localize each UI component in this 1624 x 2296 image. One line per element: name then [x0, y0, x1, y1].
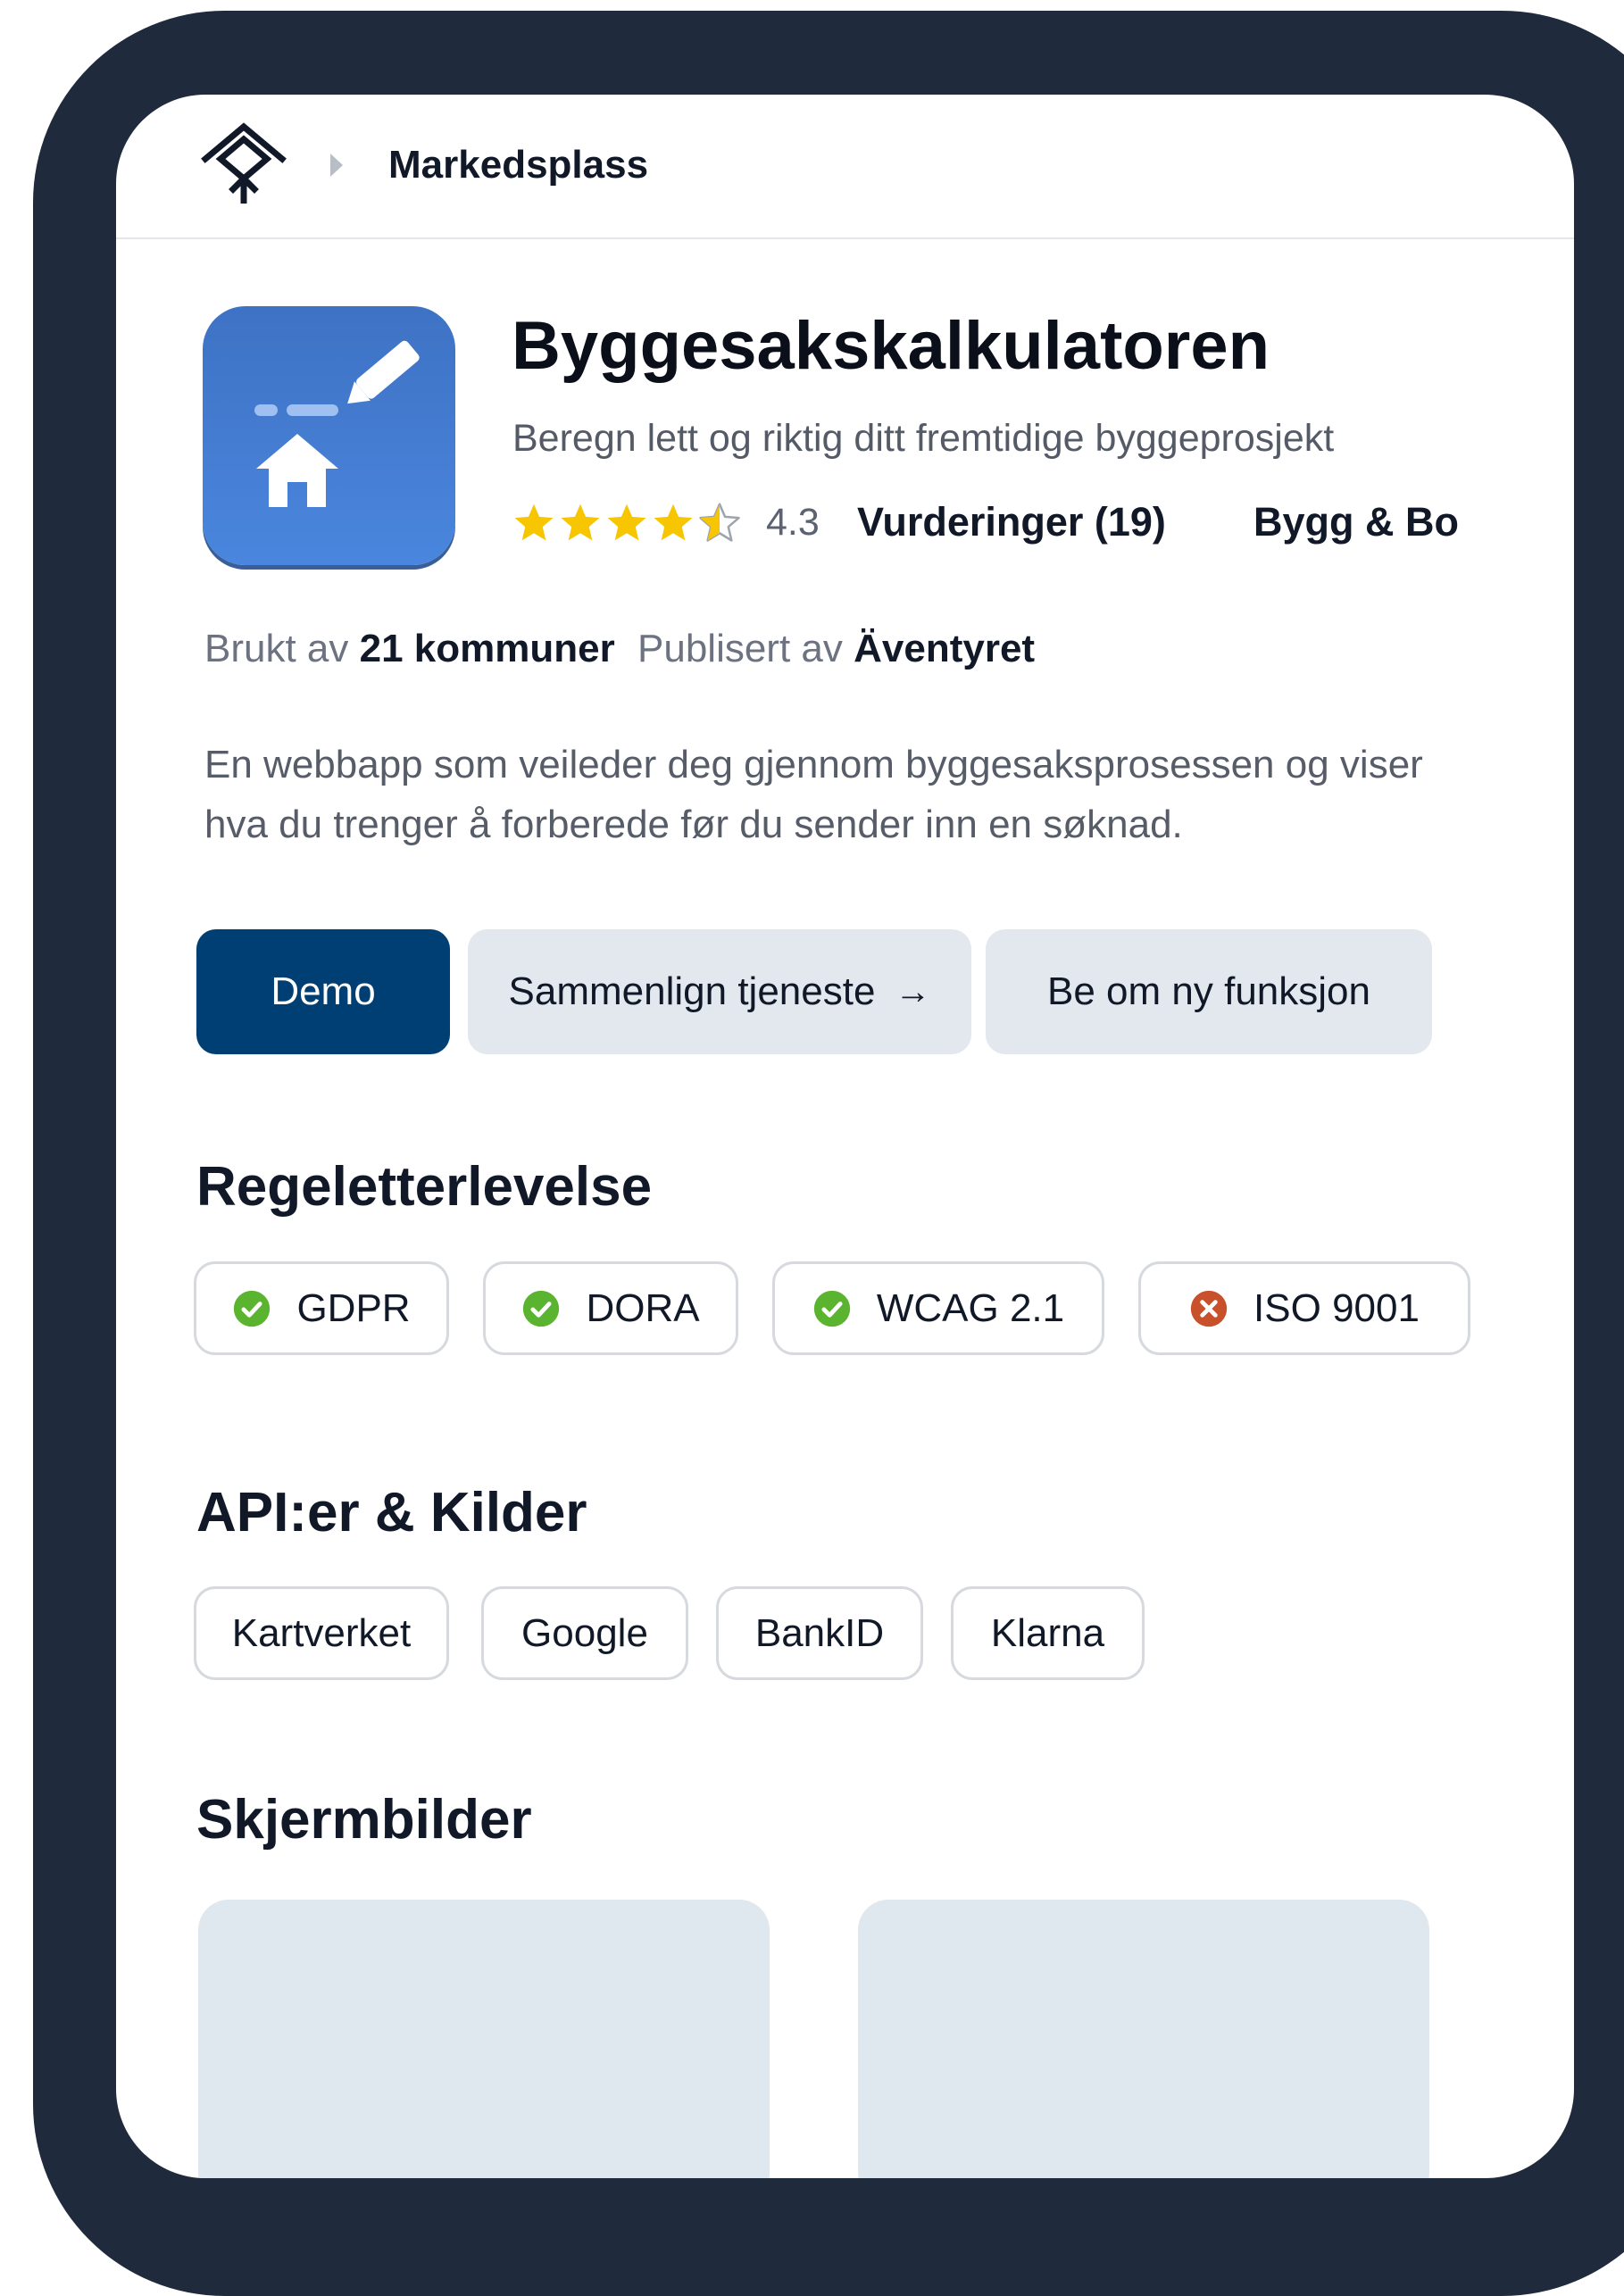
compliance-chip-label: WCAG 2.1 — [876, 1285, 1065, 1330]
demo-button-label: Demo — [271, 969, 376, 1013]
check-circle-icon — [234, 1290, 271, 1327]
compliance-chip-label: DORA — [586, 1285, 700, 1330]
compliance-chip-iso[interactable]: ISO 9001 — [1138, 1261, 1470, 1355]
api-chip-klarna[interactable]: Klarna — [951, 1586, 1145, 1680]
check-circle-icon — [523, 1290, 560, 1327]
used-by-value: 21 kommuner — [359, 627, 615, 670]
apis-title: API:er & Kilder — [196, 1482, 587, 1543]
api-chip-label: Google — [521, 1610, 648, 1655]
used-by-label: Brukt av — [204, 627, 349, 670]
app-subtitle: Beregn lett og riktig ditt fremtidige by… — [512, 417, 1335, 460]
marketplace-logo-icon[interactable] — [201, 121, 287, 204]
api-chip-label: BankID — [754, 1610, 885, 1655]
rating-value: 4.3 — [766, 501, 820, 544]
x-circle-icon — [1190, 1290, 1228, 1327]
caret-right-icon — [330, 154, 343, 177]
top-bar: Markedsplass — [116, 95, 1574, 239]
api-chip-kartverket[interactable]: Kartverket — [194, 1586, 449, 1680]
star-icon — [607, 503, 646, 541]
api-chip-label: Kartverket — [231, 1610, 412, 1655]
compliance-chip-wcag[interactable]: WCAG 2.1 — [772, 1261, 1104, 1355]
screenshot-thumbnail[interactable] — [858, 1900, 1429, 2178]
star-icon — [654, 503, 693, 541]
compliance-chip-label: ISO 9001 — [1253, 1285, 1420, 1330]
request-feature-button[interactable]: Be om ny funksjon — [986, 929, 1432, 1054]
star-icon — [514, 503, 554, 541]
star-icon — [561, 503, 600, 541]
api-chip-google[interactable]: Google — [481, 1586, 688, 1680]
screenshots-title: Skjermbilder — [196, 1789, 532, 1851]
compliance-title: Regeletterlevelse — [196, 1156, 653, 1218]
published-by-label: Publisert av — [637, 627, 843, 670]
rating-stars — [512, 501, 742, 545]
breadcrumb-title[interactable]: Markedsplass — [388, 139, 648, 190]
compare-service-label: Sammenlign tjeneste — [508, 969, 876, 1013]
used-by: Brukt av 21 kommuner — [204, 626, 615, 673]
check-circle-icon — [813, 1290, 851, 1327]
ratings-link[interactable]: Vurderinger (19) — [857, 498, 1166, 546]
api-chip-label: Klarna — [990, 1610, 1105, 1655]
compliance-chip-dora[interactable]: DORA — [483, 1261, 738, 1355]
app-screen: Markedsplass Byggesakskalkulatoren Bereg… — [116, 95, 1574, 2178]
demo-button[interactable]: Demo — [196, 929, 450, 1054]
app-title: Byggesakskalkulatoren — [512, 308, 1270, 384]
request-feature-label: Be om ny funksjon — [1047, 969, 1370, 1013]
app-description: En webbapp som veileder deg gjennom bygg… — [204, 743, 1423, 846]
published-by-value: Äventyret — [854, 627, 1036, 670]
screenshot-thumbnail[interactable] — [198, 1900, 770, 2178]
compare-service-button[interactable]: Sammenlign tjeneste → — [468, 929, 971, 1054]
compliance-chip-label: GDPR — [296, 1285, 411, 1330]
arrow-right-icon: → — [895, 972, 931, 1011]
category-link[interactable]: Bygg & Bo — [1253, 498, 1459, 546]
published-by: Publisert av Äventyret — [637, 626, 1035, 673]
api-chip-bankid[interactable]: BankID — [716, 1586, 923, 1680]
compliance-chip-gdpr[interactable]: GDPR — [194, 1261, 449, 1355]
star-half-icon — [699, 503, 740, 542]
house-pencil-icon — [203, 306, 455, 565]
